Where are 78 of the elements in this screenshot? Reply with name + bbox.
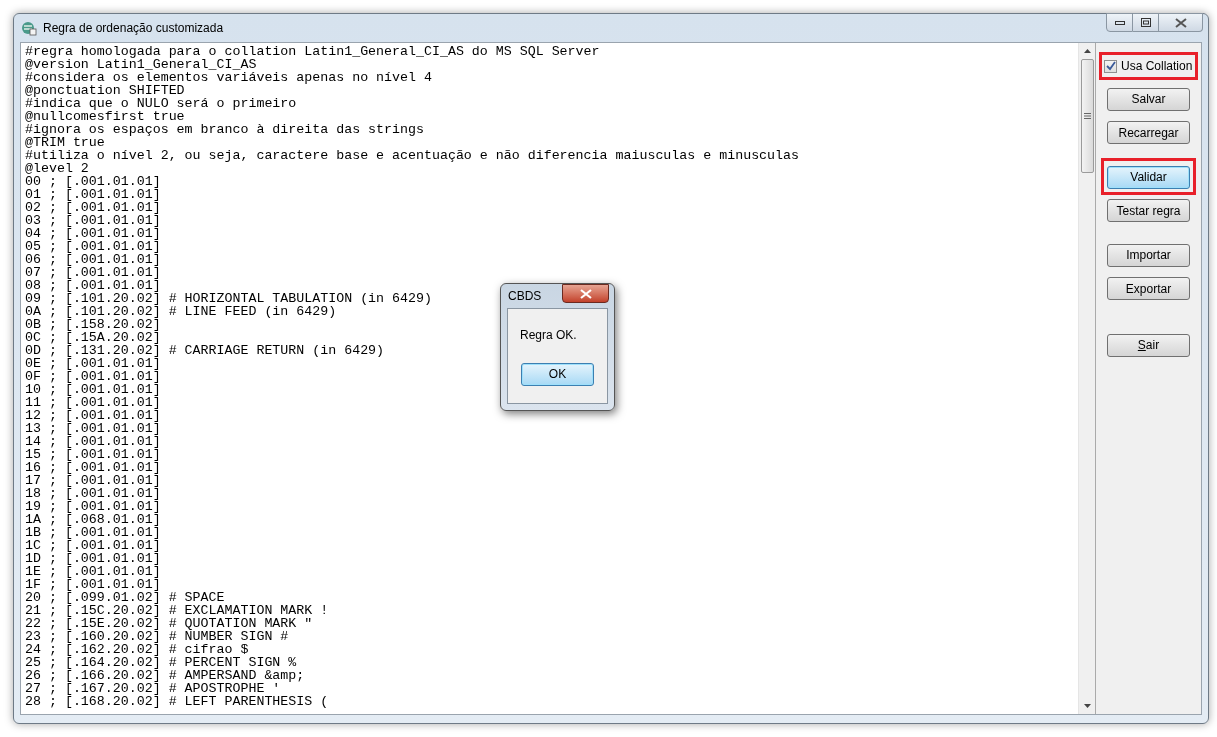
- dialog-message: Regra OK.: [520, 327, 577, 344]
- collation-checkbox[interactable]: Usa Collation: [1102, 55, 1195, 77]
- code-line: 14 ; [.001.01.01]: [25, 435, 161, 448]
- code-line: 18 ; [.001.01.01]: [25, 487, 161, 500]
- scroll-thumb[interactable]: [1080, 59, 1094, 173]
- minimize-icon: [1114, 20, 1125, 25]
- code-line: 0F ; [.001.01.01]: [25, 370, 161, 383]
- code-line: 09 ; [.101.20.02] # HORIZONTAL TABULATION (in 6429): [25, 292, 432, 305]
- code-line: 15 ; [.001.01.01]: [25, 448, 161, 461]
- code-line: 23 ; [.160.20.02] # NUMBER SIGN #: [25, 630, 289, 643]
- code-line: 11 ; [.001.01.01]: [25, 396, 161, 409]
- action-button[interactable]: Sair: [1107, 333, 1190, 357]
- action-button[interactable]: Validar: [1107, 165, 1190, 189]
- code-line: 07 ; [.001.01.01]: [25, 266, 161, 279]
- code-line: 06 ; [.001.01.01]: [25, 253, 161, 266]
- code-line: 0B ; [.158.20.02]: [25, 318, 161, 331]
- code-line: 27 ; [.167.20.02] # APOSTROPHE ': [25, 682, 281, 695]
- code-line: 0A ; [.101.20.02] # LINE FEED (in 6429): [25, 305, 337, 318]
- check-icon: [1105, 61, 1116, 71]
- code-line: #considera os elementos variáveis apenas no nível 4: [25, 71, 432, 84]
- code-line: 08 ; [.001.01.01]: [25, 279, 161, 292]
- code-line: 1A ; [.068.01.01]: [25, 513, 161, 526]
- code-line: 03 ; [.001.01.01]: [25, 214, 161, 227]
- code-line: 04 ; [.001.01.01]: [25, 227, 161, 240]
- close-button[interactable]: [1159, 13, 1203, 32]
- code-line: 26 ; [.166.20.02] # AMPERSAND &amp;: [25, 669, 305, 682]
- code-line: 1C ; [.001.01.01]: [25, 539, 161, 552]
- code-line: #indica que o NULO será o primeiro: [25, 97, 297, 110]
- code-line: @level 2: [25, 162, 89, 175]
- dialog-title: CBDS: [508, 288, 542, 305]
- code-line: 24 ; [.162.20.02] # cifrao $: [25, 643, 249, 656]
- code-line: 10 ; [.001.01.01]: [25, 383, 161, 396]
- code-line: 1B ; [.001.01.01]: [25, 526, 161, 539]
- code-line: 1D ; [.001.01.01]: [25, 552, 161, 565]
- code-line: 19 ; [.001.01.01]: [25, 500, 161, 513]
- code-line: 00 ; [.001.01.01]: [25, 175, 161, 188]
- code-line: 13 ; [.001.01.01]: [25, 422, 161, 435]
- code-line: 28 ; [.168.20.02] # LEFT PARENTHESIS (: [25, 695, 329, 708]
- action-button[interactable]: Salvar: [1107, 87, 1190, 111]
- code-line: 12 ; [.001.01.01]: [25, 409, 161, 422]
- code-line: 1F ; [.001.01.01]: [25, 578, 161, 591]
- close-button[interactable]: [562, 284, 609, 303]
- scroll-up-icon: [1083, 49, 1091, 53]
- action-button[interactable]: Exportar: [1107, 277, 1190, 300]
- code-line: #regra homologada para o collation Latin1_General_CI_AS do MS SQL Server: [25, 45, 600, 58]
- close-icon: [1174, 17, 1187, 28]
- code-line: 1E ; [.001.01.01]: [25, 565, 161, 578]
- action-button[interactable]: Recarregar: [1107, 121, 1190, 144]
- code-line: 01 ; [.001.01.01]: [25, 188, 161, 201]
- action-button[interactable]: Importar: [1107, 243, 1190, 267]
- maximize-button[interactable]: [1133, 13, 1159, 32]
- code-line: @ponctuation SHIFTED: [25, 84, 185, 97]
- action-button[interactable]: OK: [521, 362, 594, 386]
- code-line: 0E ; [.001.01.01]: [25, 357, 161, 370]
- code-line: 20 ; [.099.01.02] # SPACE: [25, 591, 225, 604]
- action-button[interactable]: Testar regra: [1107, 199, 1190, 222]
- scrollbar[interactable]: [1078, 43, 1095, 714]
- code-line: @TRIM true: [25, 136, 105, 149]
- code-line: #ignora os espaços em branco à direita das strings: [25, 123, 424, 136]
- scroll-down-icon: [1083, 704, 1091, 708]
- maximize-icon: [1140, 18, 1151, 27]
- code-line: @nullcomesfirst true: [25, 110, 185, 123]
- grip-icon: [1083, 113, 1091, 119]
- code-line: 16 ; [.001.01.01]: [25, 461, 161, 474]
- code-line: 25 ; [.164.20.02] # PERCENT SIGN %: [25, 656, 297, 669]
- code-line: 21 ; [.15C.20.02] # EXCLAMATION MARK !: [25, 604, 329, 617]
- code-line: 0C ; [.15A.20.02]: [25, 331, 161, 344]
- code-line: 05 ; [.001.01.01]: [25, 240, 161, 253]
- window-title: Regra de ordenação customizada: [43, 20, 224, 37]
- code-line: 22 ; [.15E.20.02] # QUOTATION MARK ": [25, 617, 313, 630]
- code-line: 02 ; [.001.01.01]: [25, 201, 161, 214]
- app-icon: [21, 20, 37, 36]
- minimize-button[interactable]: [1106, 13, 1133, 32]
- code-line: @version Latin1_General_CI_AS: [25, 58, 257, 71]
- code-line: #utiliza o nível 2, ou seja, caractere base e acentuação e não diferencia maiusculas e minusculas: [25, 149, 799, 162]
- code-line: 0D ; [.131.20.02] # CARRIAGE RETURN (in 6429): [25, 344, 385, 357]
- close-icon: [579, 288, 592, 299]
- code-line: 17 ; [.001.01.01]: [25, 474, 161, 487]
